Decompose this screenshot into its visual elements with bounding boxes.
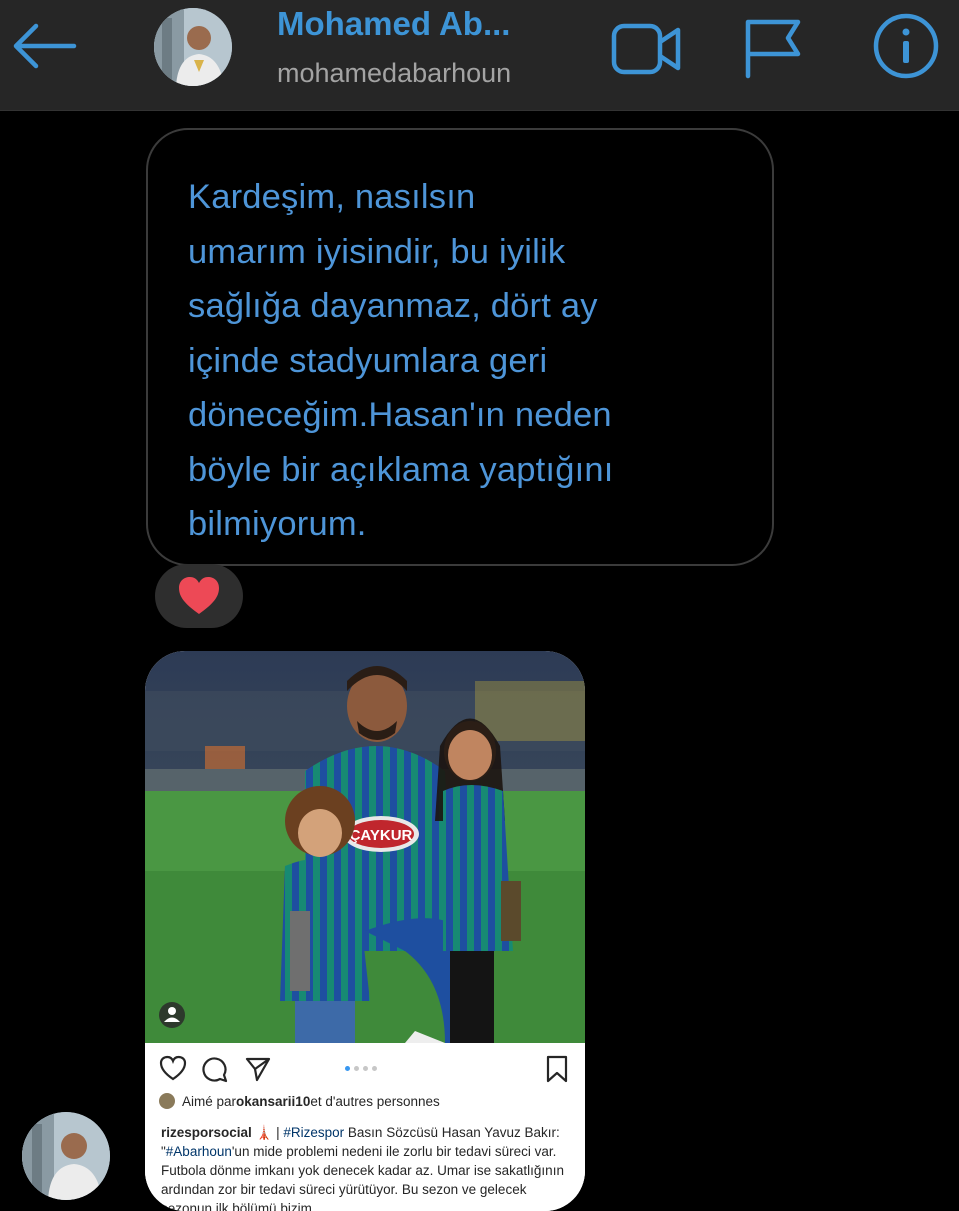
info-button[interactable]: [872, 12, 940, 80]
contact-name[interactable]: Mohamed Ab...: [277, 5, 510, 43]
message-line: sağlığa dayanmaz, dört ay: [188, 287, 598, 325]
back-arrow-icon: [13, 23, 77, 69]
message-line: döneceğim.Hasan'ın neden: [188, 396, 612, 434]
caption-text: |: [272, 1125, 284, 1140]
liked-by-row[interactable]: Aimé par okansarii10 et d'autres personn…: [159, 1093, 440, 1109]
chat-header: Mohamed Ab... mohamedabarhoun: [0, 0, 959, 111]
video-call-button[interactable]: [610, 18, 682, 80]
message-line: içinde stadyumlara geri: [188, 341, 548, 380]
message-line: umarım iyisindir, bu iyilik: [188, 232, 566, 271]
carousel-dot: [363, 1066, 368, 1071]
carousel-dot: [354, 1066, 359, 1071]
caption-username[interactable]: rizesporsocial: [161, 1125, 252, 1140]
like-heart-icon[interactable]: [159, 1055, 187, 1081]
liked-by-user[interactable]: okansarii10: [236, 1094, 310, 1109]
sponsor-logo-text: ÇAYKUR: [350, 827, 413, 844]
heart-icon: [179, 577, 219, 614]
liker-avatar: [159, 1093, 175, 1109]
hashtag-link[interactable]: #Rizespor: [283, 1125, 344, 1140]
post-photo[interactable]: ÇAYKUR: [145, 651, 585, 1043]
carousel-indicator: [345, 1066, 377, 1071]
liked-by-suffix: et d'autres personnes: [310, 1093, 440, 1109]
message-line: Kardeşim, nasılsın: [188, 178, 476, 216]
comment-icon[interactable]: [200, 1055, 228, 1083]
report-flag-button[interactable]: [742, 18, 804, 80]
carousel-dot: [345, 1066, 350, 1071]
liked-by-prefix: Aimé par: [182, 1093, 237, 1109]
verified-icon: 🗼: [255, 1125, 273, 1140]
shared-post[interactable]: ÇAYKUR Aimé par okansarii10 et d'autres …: [145, 651, 585, 1211]
message-line: bilmiyorum.: [188, 505, 367, 543]
message-line: böyle bir açıklama yaptığını: [188, 450, 614, 489]
carousel-dot: [372, 1066, 377, 1071]
hashtag-link[interactable]: #Abarhoun: [166, 1144, 232, 1159]
message-text: Kardeşim, nasılsın umarım iyisindir, bu …: [188, 170, 748, 552]
post-action-area: Aimé par okansarii10 et d'autres personn…: [145, 1043, 585, 1211]
info-icon: [873, 13, 939, 79]
video-camera-icon: [611, 23, 681, 75]
flag-icon: [745, 19, 801, 79]
bookmark-icon[interactable]: [546, 1055, 568, 1083]
post-caption: rizesporsocial 🗼 | #Rizespor Basın Sözcü…: [161, 1123, 571, 1211]
contact-username: mohamedabarhoun: [277, 58, 512, 88]
sender-avatar[interactable]: [22, 1112, 110, 1200]
share-send-icon[interactable]: [244, 1055, 272, 1083]
heart-reaction[interactable]: [155, 564, 243, 628]
back-button[interactable]: [8, 18, 80, 74]
contact-avatar[interactable]: [154, 8, 232, 86]
message-bubble[interactable]: Kardeşim, nasılsın umarım iyisindir, bu …: [146, 128, 774, 566]
